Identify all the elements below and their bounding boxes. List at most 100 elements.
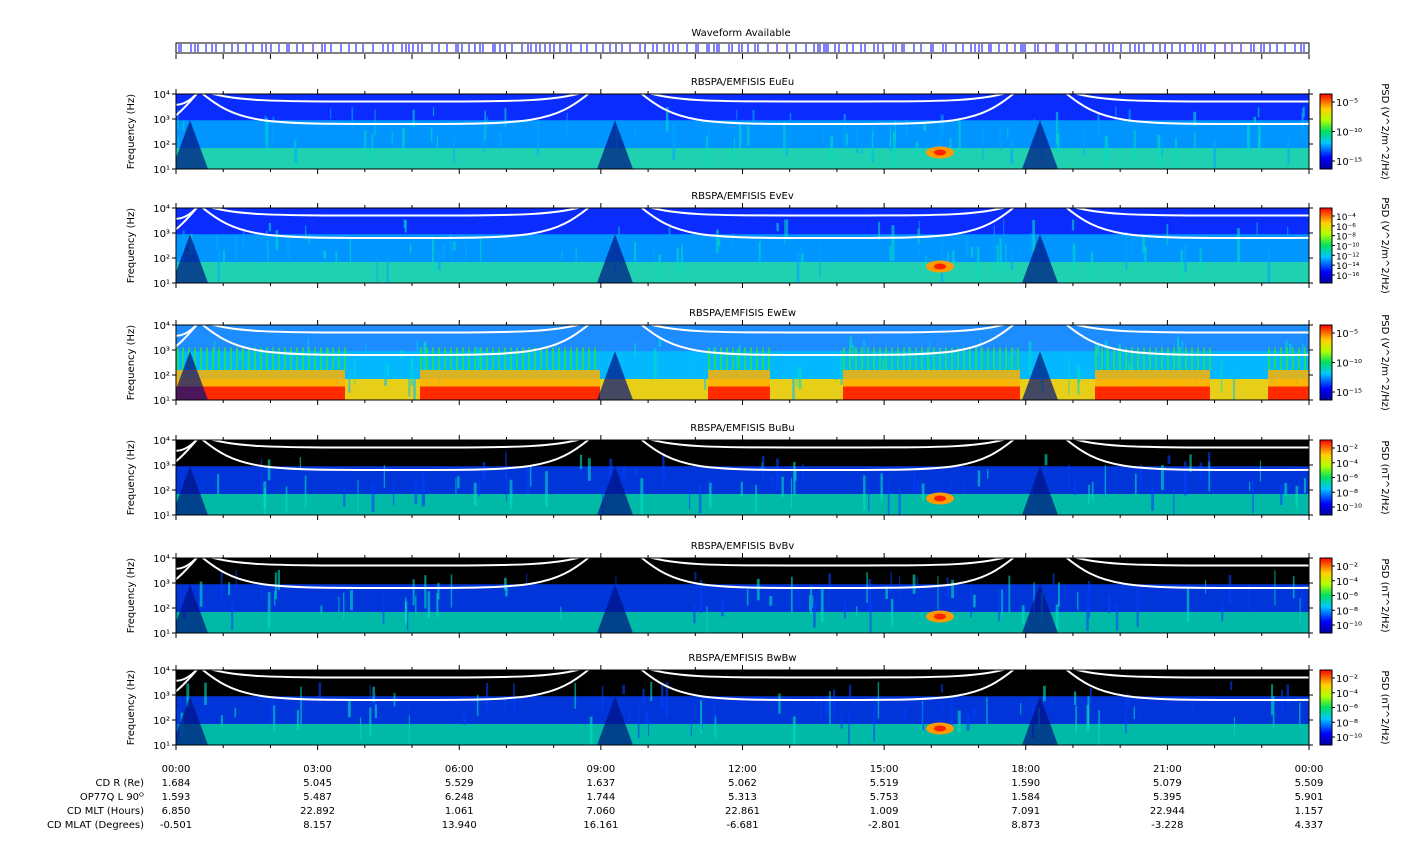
spectrogram-streak: [668, 227, 671, 237]
spectrogram-streak: [891, 599, 894, 627]
spectrogram-streak: [371, 133, 374, 164]
spectrogram-streak: [268, 222, 271, 232]
spectrogram-streak: [660, 683, 664, 707]
spectrogram-band: [176, 262, 1309, 283]
spectrogram-streak: [890, 572, 892, 593]
spectrogram-streak: [1220, 360, 1223, 394]
spectrogram-streak: [1161, 141, 1163, 157]
colorbar: [1319, 207, 1333, 284]
spectrogram-streak: [720, 347, 722, 370]
x-tick-label: 15:00: [870, 764, 899, 775]
spectrogram-streak: [290, 347, 292, 370]
spectrogram-streak: [951, 579, 954, 599]
spectrogram-streak: [958, 120, 961, 152]
spectrogram-streak: [889, 245, 892, 274]
spectrogram-streak: [1134, 473, 1137, 495]
spectrogram-streak: [849, 347, 851, 370]
spectrogram-streak: [998, 589, 1000, 622]
x-tick-label: 21:00: [1153, 764, 1182, 775]
spectrogram-streak: [658, 254, 662, 282]
spectrogram-streak: [1299, 702, 1301, 726]
spectrogram-streak: [576, 347, 578, 370]
spectrogram-streak: [1017, 347, 1019, 370]
spectrogram-image: [176, 325, 1309, 400]
spectrogram-streak: [1055, 604, 1059, 631]
spectrogram-streak: [314, 347, 316, 370]
spectrogram-streak: [829, 691, 831, 726]
colorbar-tick-label: 10⁻¹⁵: [1336, 388, 1362, 399]
spectrogram-streak: [403, 219, 407, 229]
spectrogram-streak: [1095, 347, 1097, 370]
spectrogram-streak: [302, 347, 304, 370]
ephemeris-value: 5.529: [445, 778, 474, 789]
ephemeris-value: 1.009: [870, 806, 899, 817]
spectrogram-streak: [957, 710, 961, 732]
spectrogram-streak: [486, 347, 488, 370]
spectrogram-streak: [628, 709, 631, 719]
spectrogram-streak: [918, 220, 920, 257]
spectrogram-streak: [374, 704, 377, 719]
spectrogram-streak: [987, 469, 989, 479]
spectrogram-streak: [338, 347, 340, 370]
spectrogram-streak: [235, 235, 238, 261]
spectrogram-streak: [1298, 347, 1300, 370]
spectrogram-streak: [223, 250, 225, 271]
spectrogram-streak: [622, 684, 626, 695]
y-tick-label: 10³: [153, 461, 170, 472]
ephemeris-value: 4.337: [1295, 820, 1324, 831]
spectrogram-streak: [220, 572, 223, 601]
ephemeris-value: 1.744: [587, 792, 616, 803]
spectrogram-streak: [898, 488, 901, 515]
spectrogram-streak: [1101, 347, 1103, 370]
spectrogram-streak: [863, 475, 866, 511]
spectrogram-streak: [560, 606, 562, 621]
spectrogram-streak: [1155, 347, 1157, 370]
spectrogram-streak: [898, 575, 901, 604]
spectrogram-streak: [848, 712, 850, 745]
spectrogram-streak: [941, 701, 944, 710]
spectrogram-streak: [776, 223, 779, 232]
spectrogram-streak: [236, 347, 238, 370]
spectrogram-streak: [1167, 455, 1171, 464]
spectrogram-streak: [217, 474, 220, 494]
spectrogram-streak: [1176, 337, 1180, 368]
spectrogram-streak: [797, 588, 800, 609]
spectrogram-streak: [880, 473, 883, 501]
spectrogram-image: [176, 558, 1309, 633]
spectrogram-streak: [1205, 579, 1207, 594]
spectrogram-streak: [634, 342, 636, 357]
spectrogram-streak: [1144, 246, 1147, 265]
spectrogram-streak: [785, 133, 788, 157]
spectrogram-streak: [1005, 243, 1007, 277]
spectrogram-streak: [747, 125, 750, 147]
spectrogram-streak: [761, 456, 765, 479]
spectrogram-streak: [1233, 367, 1235, 400]
spectrogram-streak: [566, 112, 568, 140]
spectrogram-streak: [267, 240, 269, 276]
spectrogram-streak: [1130, 242, 1133, 254]
spectrogram-streak: [634, 128, 636, 138]
colorbar-tick-label: 10⁻⁶: [1336, 474, 1358, 485]
spectrogram-streak: [1055, 112, 1059, 145]
spectrogram-streak: [575, 246, 577, 269]
spectrogram-streak: [299, 457, 302, 470]
spectrogram-streak: [903, 347, 905, 370]
spectrogram-streak: [217, 250, 220, 283]
spectrogram-streak: [714, 715, 717, 738]
spectrogram-streak: [1184, 244, 1187, 273]
spectrogram-streak: [220, 715, 223, 727]
spectrogram-streak: [408, 366, 411, 397]
spectrogram-streak: [344, 347, 346, 370]
spectrogram-streak: [1043, 685, 1046, 702]
spectrogram-streak: [452, 241, 456, 251]
spectrogram-streak: [851, 345, 855, 361]
panel-title: RBSPA/EMFISIS BwBw: [688, 653, 796, 664]
ephemeris-value: 5.753: [870, 792, 899, 803]
spectrogram-streak: [635, 468, 639, 477]
spectrogram-streak: [296, 347, 298, 370]
spectrogram-streak: [230, 347, 232, 370]
spectrogram-streak: [1019, 243, 1021, 260]
spectrogram-streak: [416, 340, 419, 361]
spectrogram-streak: [946, 577, 949, 597]
spectrogram-streak: [1044, 454, 1048, 466]
